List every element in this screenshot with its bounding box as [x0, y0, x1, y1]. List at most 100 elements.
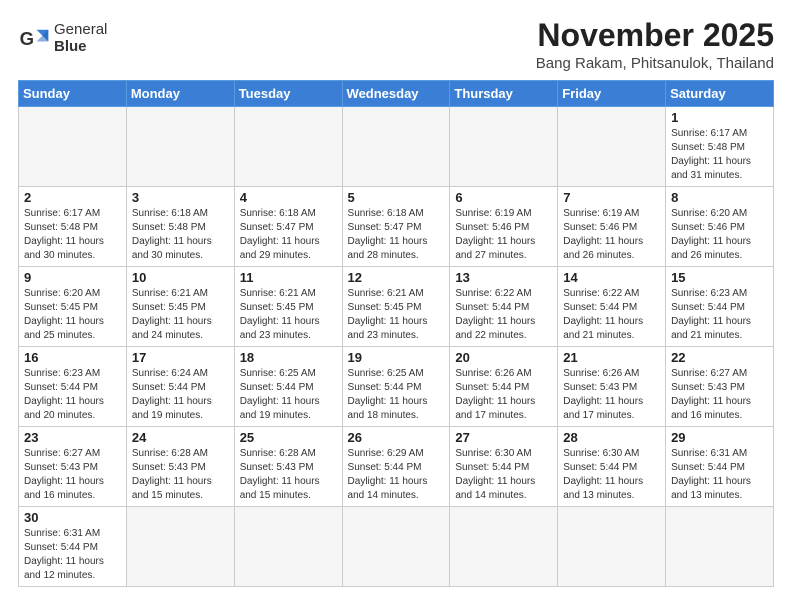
calendar-day-cell: [19, 107, 127, 187]
calendar-day-cell: 22 Sunrise: 6:27 AM Sunset: 5:43 PM Dayli…: [666, 347, 774, 427]
calendar-day-cell: [558, 507, 666, 587]
day-info: Sunrise: 6:26 AM Sunset: 5:43 PM Dayligh…: [563, 367, 660, 423]
calendar-day-cell: 19Sunrise: 6:25 AM Sunset: 5:44 PM Dayli…: [342, 347, 450, 427]
day-number: 8: [671, 190, 768, 205]
day-number: 10: [132, 270, 229, 285]
calendar-day-cell: 8Sunrise: 6:20 AM Sunset: 5:46 PM Daylig…: [666, 187, 774, 267]
calendar-day-cell: [558, 107, 666, 187]
day-info: Sunrise: 6:21 AM Sunset: 5:45 PM Dayligh…: [240, 287, 337, 343]
day-info: Sunrise: 6:18 AM Sunset: 5:48 PM Dayligh…: [132, 207, 229, 263]
header-sunday: Sunday: [19, 81, 127, 107]
day-number: 7: [563, 190, 660, 205]
calendar-day-cell: 3 Sunrise: 6:18 AM Sunset: 5:48 PM Daylig…: [126, 187, 234, 267]
day-number: 16: [24, 350, 121, 365]
calendar-day-cell: [234, 107, 342, 187]
day-info: Sunrise: 6:19 AM Sunset: 5:46 PM Dayligh…: [455, 207, 552, 263]
calendar-day-cell: 9 Sunrise: 6:20 AM Sunset: 5:45 PM Daylig…: [19, 267, 127, 347]
calendar-day-cell: 26 Sunrise: 6:29 AM Sunset: 5:44 PM Dayli…: [342, 427, 450, 507]
day-number: 11: [240, 270, 337, 285]
month-title: November 2025: [536, 18, 774, 53]
calendar-day-cell: 13Sunrise: 6:22 AM Sunset: 5:44 PM Dayli…: [450, 267, 558, 347]
day-number: 17: [132, 350, 229, 365]
calendar-day-cell: 16 Sunrise: 6:23 AM Sunset: 5:44 PM Dayli…: [19, 347, 127, 427]
day-info: Sunrise: 6:29 AM Sunset: 5:44 PM Dayligh…: [348, 447, 445, 503]
calendar-day-cell: [342, 507, 450, 587]
day-number: 1: [671, 110, 768, 125]
header-monday: Monday: [126, 81, 234, 107]
calendar: SundayMondayTuesdayWednesdayThursdayFrid…: [18, 80, 774, 587]
day-info: Sunrise: 6:26 AM Sunset: 5:44 PM Dayligh…: [455, 367, 552, 423]
day-number: 19: [348, 350, 445, 365]
calendar-day-cell: 21 Sunrise: 6:26 AM Sunset: 5:43 PM Dayli…: [558, 347, 666, 427]
calendar-week-row: 16 Sunrise: 6:23 AM Sunset: 5:44 PM Dayli…: [19, 347, 774, 427]
calendar-day-cell: 12 Sunrise: 6:21 AM Sunset: 5:45 PM Dayli…: [342, 267, 450, 347]
day-info: Sunrise: 6:17 AM Sunset: 5:48 PM Dayligh…: [671, 127, 768, 183]
calendar-day-cell: 4 Sunrise: 6:18 AM Sunset: 5:47 PM Daylig…: [234, 187, 342, 267]
calendar-day-cell: 24Sunrise: 6:28 AM Sunset: 5:43 PM Dayli…: [126, 427, 234, 507]
calendar-day-cell: 17Sunrise: 6:24 AM Sunset: 5:44 PM Dayli…: [126, 347, 234, 427]
day-number: 18: [240, 350, 337, 365]
day-number: 22: [671, 350, 768, 365]
calendar-day-cell: 14Sunrise: 6:22 AM Sunset: 5:44 PM Dayli…: [558, 267, 666, 347]
calendar-day-cell: [234, 507, 342, 587]
calendar-day-cell: [450, 507, 558, 587]
day-info: Sunrise: 6:21 AM Sunset: 5:45 PM Dayligh…: [132, 287, 229, 343]
calendar-day-cell: [126, 107, 234, 187]
header-friday: Friday: [558, 81, 666, 107]
calendar-day-cell: 28 Sunrise: 6:30 AM Sunset: 5:44 PM Dayli…: [558, 427, 666, 507]
day-number: 9: [24, 270, 121, 285]
day-number: 4: [240, 190, 337, 205]
logo: G GeneralBlue: [18, 22, 107, 55]
calendar-day-cell: 25Sunrise: 6:28 AM Sunset: 5:43 PM Dayli…: [234, 427, 342, 507]
header-thursday: Thursday: [450, 81, 558, 107]
calendar-day-cell: 30 Sunrise: 6:31 AM Sunset: 5:44 PM Dayli…: [19, 507, 127, 587]
day-info: Sunrise: 6:22 AM Sunset: 5:44 PM Dayligh…: [563, 287, 660, 343]
calendar-day-cell: 1 Sunrise: 6:17 AM Sunset: 5:48 PM Daylig…: [666, 107, 774, 187]
header-tuesday: Tuesday: [234, 81, 342, 107]
day-number: 15: [671, 270, 768, 285]
calendar-day-cell: [666, 507, 774, 587]
day-info: Sunrise: 6:25 AM Sunset: 5:44 PM Dayligh…: [240, 367, 337, 423]
day-info: Sunrise: 6:21 AM Sunset: 5:45 PM Dayligh…: [348, 287, 445, 343]
calendar-day-cell: 29Sunrise: 6:31 AM Sunset: 5:44 PM Dayli…: [666, 427, 774, 507]
svg-text:G: G: [20, 27, 34, 48]
calendar-day-cell: 6 Sunrise: 6:19 AM Sunset: 5:46 PM Daylig…: [450, 187, 558, 267]
day-number: 3: [132, 190, 229, 205]
day-number: 20: [455, 350, 552, 365]
day-info: Sunrise: 6:23 AM Sunset: 5:44 PM Dayligh…: [671, 287, 768, 343]
day-info: Sunrise: 6:18 AM Sunset: 5:47 PM Dayligh…: [348, 207, 445, 263]
calendar-week-row: 2Sunrise: 6:17 AM Sunset: 5:48 PM Daylig…: [19, 187, 774, 267]
calendar-day-cell: 23 Sunrise: 6:27 AM Sunset: 5:43 PM Dayli…: [19, 427, 127, 507]
day-info: Sunrise: 6:18 AM Sunset: 5:47 PM Dayligh…: [240, 207, 337, 263]
calendar-day-cell: [450, 107, 558, 187]
day-info: Sunrise: 6:27 AM Sunset: 5:43 PM Dayligh…: [24, 447, 121, 503]
calendar-day-cell: [342, 107, 450, 187]
day-number: 23: [24, 430, 121, 445]
day-number: 28: [563, 430, 660, 445]
calendar-day-cell: 2Sunrise: 6:17 AM Sunset: 5:48 PM Daylig…: [19, 187, 127, 267]
day-info: Sunrise: 6:30 AM Sunset: 5:44 PM Dayligh…: [563, 447, 660, 503]
day-info: Sunrise: 6:28 AM Sunset: 5:43 PM Dayligh…: [132, 447, 229, 503]
calendar-day-cell: 11 Sunrise: 6:21 AM Sunset: 5:45 PM Dayli…: [234, 267, 342, 347]
day-number: 26: [348, 430, 445, 445]
day-number: 30: [24, 510, 121, 525]
day-info: Sunrise: 6:27 AM Sunset: 5:43 PM Dayligh…: [671, 367, 768, 423]
day-number: 29: [671, 430, 768, 445]
calendar-day-cell: 18 Sunrise: 6:25 AM Sunset: 5:44 PM Dayli…: [234, 347, 342, 427]
calendar-week-row: 23 Sunrise: 6:27 AM Sunset: 5:43 PM Dayli…: [19, 427, 774, 507]
day-info: Sunrise: 6:31 AM Sunset: 5:44 PM Dayligh…: [24, 527, 121, 583]
day-info: Sunrise: 6:30 AM Sunset: 5:44 PM Dayligh…: [455, 447, 552, 503]
header: G GeneralBlue November 2025 Bang Rakam, …: [18, 18, 774, 72]
calendar-week-row: 1 Sunrise: 6:17 AM Sunset: 5:48 PM Daylig…: [19, 107, 774, 187]
day-number: 6: [455, 190, 552, 205]
logo-icon: G: [18, 23, 50, 55]
day-number: 21: [563, 350, 660, 365]
calendar-day-cell: 20 Sunrise: 6:26 AM Sunset: 5:44 PM Dayli…: [450, 347, 558, 427]
day-number: 12: [348, 270, 445, 285]
calendar-week-row: 9 Sunrise: 6:20 AM Sunset: 5:45 PM Daylig…: [19, 267, 774, 347]
day-number: 27: [455, 430, 552, 445]
logo-text: GeneralBlue: [54, 22, 107, 55]
location-title: Bang Rakam, Phitsanulok, Thailand: [536, 55, 774, 72]
day-info: Sunrise: 6:20 AM Sunset: 5:45 PM Dayligh…: [24, 287, 121, 343]
day-info: Sunrise: 6:23 AM Sunset: 5:44 PM Dayligh…: [24, 367, 121, 423]
